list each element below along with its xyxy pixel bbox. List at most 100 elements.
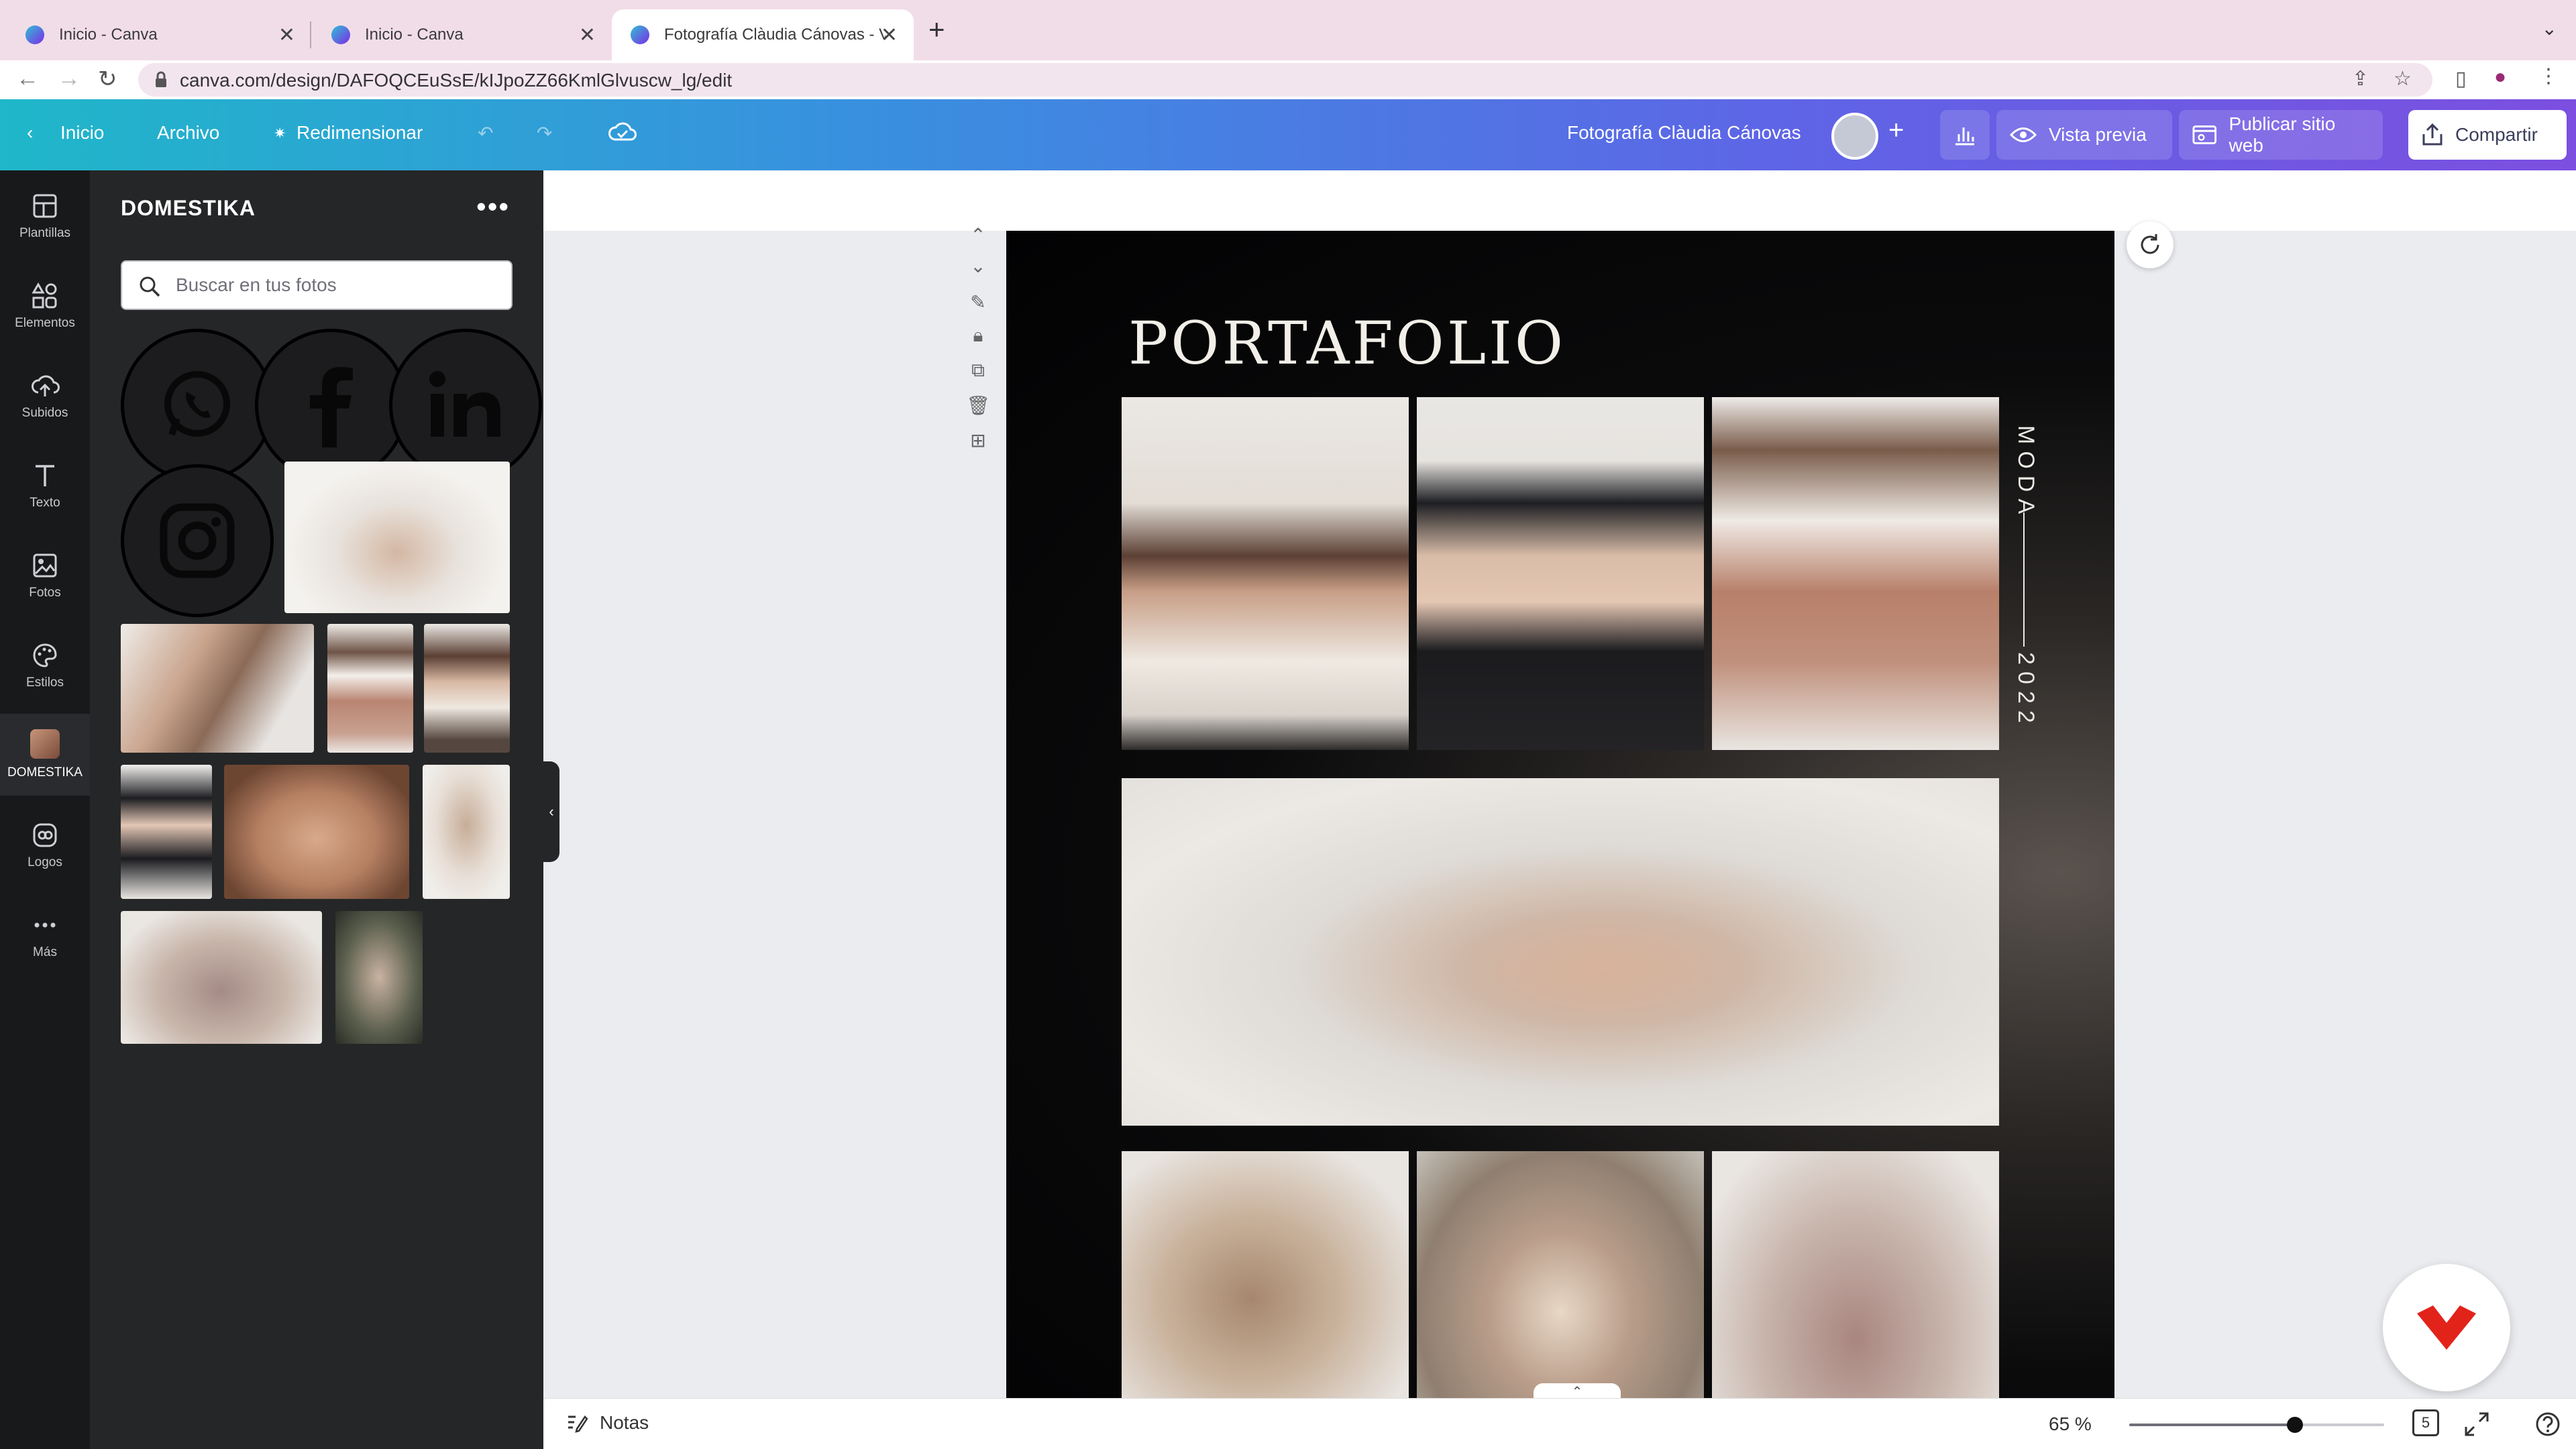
reload-icon[interactable]: ↻ xyxy=(98,66,117,93)
redo-icon[interactable]: ↷ xyxy=(537,122,552,144)
rail-item-elements[interactable]: Elementos xyxy=(0,270,90,343)
photo-thumb-cap[interactable] xyxy=(121,765,212,899)
address-bar[interactable]: canva.com/design/DAFOQCEuSsE/kIJpoZZ66Km… xyxy=(138,63,2432,97)
add-page-icon[interactable]: ⊞ xyxy=(965,429,991,456)
rail-label: Fotos xyxy=(29,586,61,600)
moda-label[interactable]: MODA xyxy=(2012,425,2039,521)
preview-label: Vista previa xyxy=(2049,124,2147,145)
photo-thumb-bouquet[interactable] xyxy=(335,911,423,1044)
domestika-logo-badge[interactable] xyxy=(2383,1264,2510,1391)
domestika-thumb xyxy=(30,729,60,759)
photo-thumb-flowers-vase[interactable] xyxy=(423,765,510,899)
templates-icon xyxy=(33,194,57,218)
publish-website-button[interactable]: Publicar sitio web xyxy=(2179,110,2383,160)
rail-item-photos[interactable]: Fotos xyxy=(0,539,90,613)
zoom-slider-handle[interactable] xyxy=(2287,1417,2303,1433)
share-page-icon[interactable]: ⇪ xyxy=(2352,67,2369,91)
home-button[interactable]: Inicio xyxy=(60,122,104,144)
move-page-up-icon[interactable]: ⌃ xyxy=(965,224,991,251)
photo-woman-hat[interactable] xyxy=(1712,397,1999,750)
delete-page-icon[interactable]: 🗑︎ xyxy=(965,394,991,421)
notes-button[interactable]: Notas xyxy=(566,1412,649,1434)
photo-woman-cap[interactable] xyxy=(1417,397,1704,750)
forward-arrow-icon[interactable]: → xyxy=(58,66,80,92)
refresh-comment-button[interactable] xyxy=(2127,221,2174,268)
close-tab-icon[interactable]: ✕ xyxy=(278,23,295,47)
resize-button[interactable]: Redimensionar xyxy=(297,122,423,144)
duplicate-page-icon[interactable]: ⧉ xyxy=(965,360,991,386)
design-page[interactable]: PORTAFOLIO MODA 2022 xyxy=(1006,231,2114,1398)
browser-menu-icon[interactable]: ⋮ xyxy=(2538,64,2559,88)
panel-more-options-icon[interactable]: ••• xyxy=(476,191,510,223)
show-pages-chevron-icon[interactable]: ⌃ xyxy=(1534,1383,1621,1399)
share-label: Compartir xyxy=(2455,124,2538,145)
close-tab-icon[interactable]: ✕ xyxy=(579,23,596,47)
left-nav-rail: Plantillas Elementos Subidos Texto Fotos… xyxy=(0,170,90,1449)
browser-tab-1[interactable]: Inicio - Canva ✕ xyxy=(7,9,311,60)
close-tab-icon[interactable]: ✕ xyxy=(881,23,898,47)
photo-woman-back[interactable] xyxy=(1122,397,1409,750)
bookmark-star-icon[interactable]: ☆ xyxy=(2394,67,2412,91)
collaborator-avatar[interactable] xyxy=(1831,113,1878,160)
insights-chart-button[interactable] xyxy=(1940,110,1990,160)
photo-flowers-1[interactable] xyxy=(1122,1151,1409,1398)
portfolio-title[interactable]: PORTAFOLIO xyxy=(1128,309,1566,378)
tab-search-chevron-icon[interactable]: ⌄ xyxy=(2542,17,2557,40)
rail-item-text[interactable]: Texto xyxy=(0,449,90,523)
zoom-percentage[interactable]: 65 % xyxy=(2049,1413,2092,1435)
lock-page-icon[interactable]: 🔒︎ xyxy=(965,325,991,352)
photo-thumb-back[interactable] xyxy=(424,624,510,753)
panel-title: DOMESTIKA xyxy=(121,196,256,220)
rail-item-uploads[interactable]: Subidos xyxy=(0,360,90,433)
photo-hands-closeup[interactable] xyxy=(1122,778,1999,1126)
page-notes-icon[interactable]: ✎ xyxy=(965,291,991,318)
tab-title: Fotografía Clàudia Cánovas - V xyxy=(664,25,885,44)
tab-title: Inicio - Canva xyxy=(365,25,464,44)
photo-thumb-dried-flowers[interactable] xyxy=(121,911,322,1044)
browser-tab-2[interactable]: Inicio - Canva ✕ xyxy=(313,9,612,60)
help-icon[interactable] xyxy=(2534,1411,2561,1438)
rotate-refresh-icon xyxy=(2141,234,2159,254)
photo-flowers-2[interactable] xyxy=(1417,1151,1704,1398)
rail-item-domestika[interactable]: DOMESTIKA xyxy=(0,714,90,796)
instagram-icon[interactable] xyxy=(121,464,274,617)
photo-thumb-skirt[interactable] xyxy=(327,624,413,753)
photo-search-box[interactable] xyxy=(121,260,513,310)
rail-label: DOMESTIKA xyxy=(7,765,83,780)
preview-button[interactable]: Vista previa xyxy=(1996,110,2172,160)
page-count-button[interactable]: 5 xyxy=(2412,1409,2439,1436)
fullscreen-icon[interactable] xyxy=(2463,1411,2490,1438)
new-tab-button[interactable]: + xyxy=(928,13,945,46)
back-arrow-icon[interactable]: ← xyxy=(16,66,39,92)
whatsapp-icon[interactable] xyxy=(121,329,274,482)
facebook-icon[interactable] xyxy=(255,329,408,482)
share-button[interactable]: Compartir xyxy=(2408,110,2567,160)
design-title[interactable]: Fotografía Clàudia Cánovas xyxy=(1567,122,1801,144)
rail-item-more[interactable]: Más xyxy=(0,899,90,973)
file-menu-button[interactable]: Archivo xyxy=(157,122,219,144)
rail-item-templates[interactable]: Plantillas xyxy=(0,180,90,254)
canva-favicon xyxy=(25,25,44,44)
search-input[interactable] xyxy=(176,262,498,309)
undo-icon[interactable]: ↶ xyxy=(478,122,493,144)
year-label[interactable]: 2022 xyxy=(2012,652,2039,730)
linkedin-icon[interactable] xyxy=(389,329,542,482)
text-icon xyxy=(36,465,54,486)
notes-label: Notas xyxy=(600,1412,649,1433)
zoom-slider[interactable] xyxy=(2129,1417,2384,1433)
sidebar-toggle-icon[interactable]: ▯ xyxy=(2455,67,2467,91)
move-page-down-icon[interactable]: ⌄ xyxy=(965,255,991,282)
rail-label: Más xyxy=(33,945,57,959)
browser-tab-3-active[interactable]: Fotografía Clàudia Cánovas - V ✕ xyxy=(612,9,914,60)
profile-avatar-icon[interactable]: ● xyxy=(2494,66,2506,89)
photo-thumb-face[interactable] xyxy=(224,765,409,899)
rail-item-styles[interactable]: Estilos xyxy=(0,629,90,703)
rail-item-logos[interactable]: Logos xyxy=(0,809,90,883)
photo-flowers-3[interactable] xyxy=(1712,1151,1999,1398)
cloud-saved-icon[interactable] xyxy=(608,119,637,144)
add-collaborator-icon[interactable]: + xyxy=(1888,115,1904,146)
photo-thumb-embrace[interactable] xyxy=(121,624,314,753)
back-chevron-icon[interactable]: ‹ xyxy=(27,122,33,144)
photo-thumb-hands[interactable] xyxy=(284,462,510,613)
collapse-panel-handle[interactable]: ‹ xyxy=(543,761,559,862)
